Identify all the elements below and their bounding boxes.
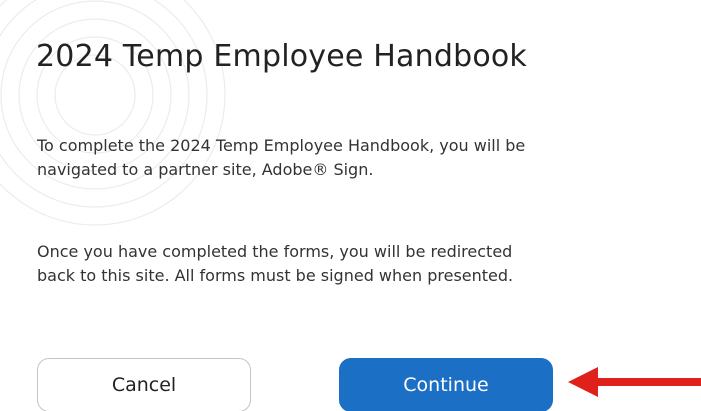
arrow-left-icon: [568, 367, 701, 397]
redirect-notice: Once you have completed the forms, you w…: [37, 242, 514, 285]
continue-button[interactable]: Continue: [339, 358, 553, 411]
dialog-title: 2024 Temp Employee Handbook: [36, 39, 528, 74]
partner-site-notice: To complete the 2024 Temp Employee Handb…: [37, 136, 526, 179]
cancel-button[interactable]: Cancel: [37, 358, 251, 411]
